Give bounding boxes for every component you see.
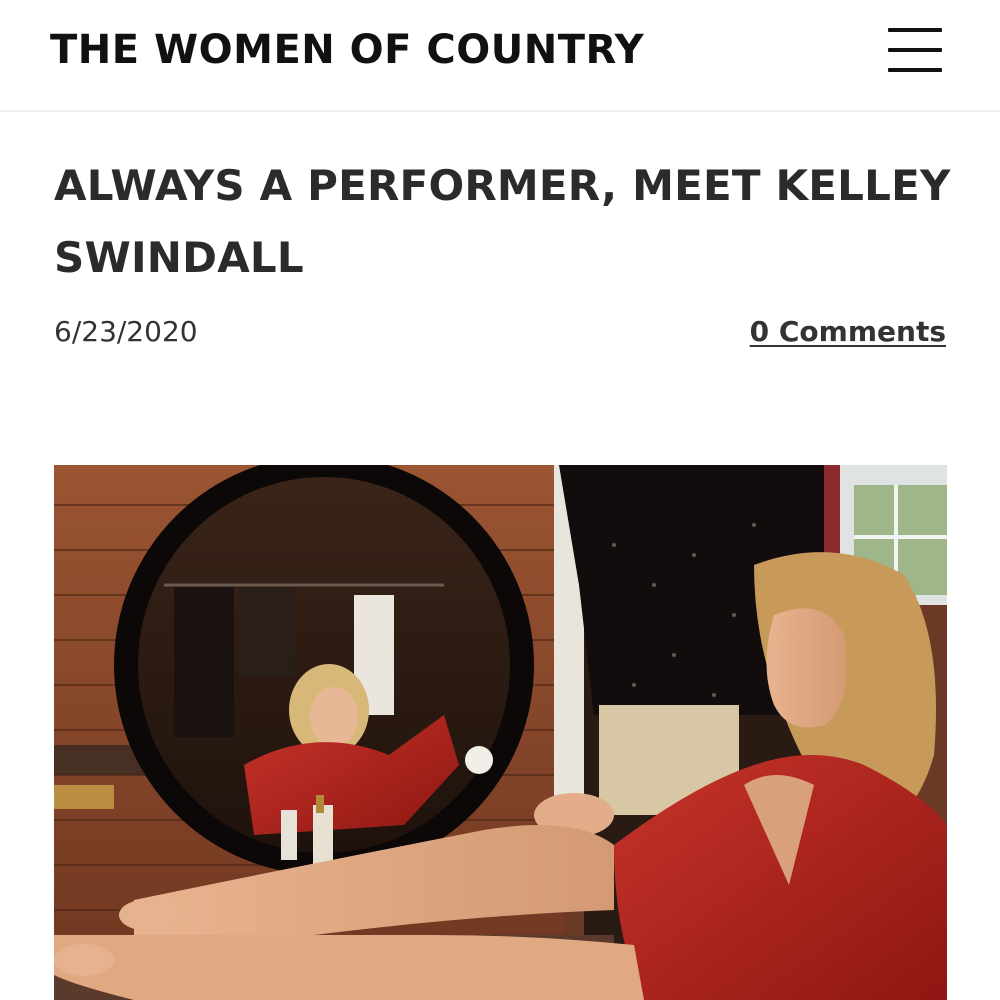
site-title[interactable]: THE WOMEN OF COUNTRY	[50, 24, 644, 76]
hamburger-menu-icon[interactable]	[888, 28, 942, 72]
menu-bar	[888, 48, 942, 52]
menu-bar	[888, 28, 942, 32]
post-photo	[54, 465, 947, 1000]
post-photo-image	[54, 465, 947, 1000]
site-header: THE WOMEN OF COUNTRY	[0, 0, 1000, 112]
menu-bar	[888, 68, 942, 72]
post-date: 6/23/2020	[54, 315, 198, 348]
comments-link[interactable]: 0 Comments	[750, 314, 946, 350]
post-title[interactable]: ALWAYS A PERFORMER, MEET KELLEY SWINDALL	[54, 150, 954, 294]
